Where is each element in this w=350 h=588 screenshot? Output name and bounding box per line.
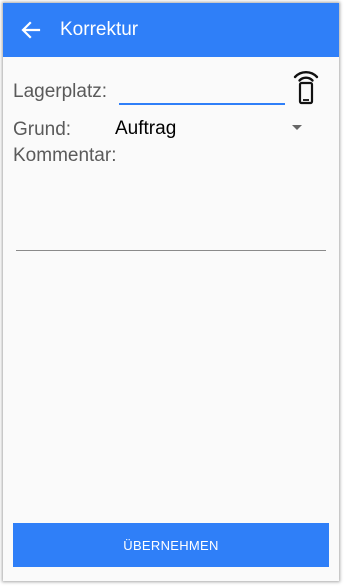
grund-selected-value: Auftrag [115,118,177,139]
grund-select[interactable]: Auftrag [111,115,307,143]
back-button[interactable] [18,17,44,43]
submit-button[interactable]: ÜBERNEHMEN [13,523,329,567]
lagerplatz-input[interactable] [119,79,285,105]
arrow-left-icon [21,21,41,39]
kommentar-label: Kommentar: [13,145,117,166]
lagerplatz-label: Lagerplatz: [13,81,108,102]
kommentar-textarea[interactable] [16,167,326,251]
page-title: Korrektur [60,19,139,40]
app-bar: Korrektur [3,3,339,57]
nfc-scan-button[interactable] [291,69,321,105]
dropdown-arrow-icon [292,125,302,130]
nfc-phone-icon [293,71,319,105]
app-screen: Korrektur Lagerplatz: Grund: Auftrag Kom… [3,3,339,581]
grund-label: Grund: [13,119,72,140]
